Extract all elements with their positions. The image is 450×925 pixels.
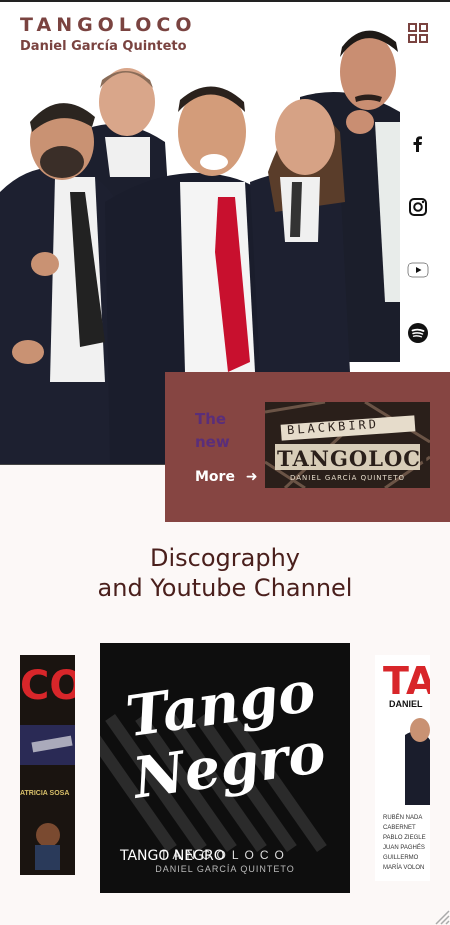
credit-line: PABLO ZIEGLE (383, 835, 426, 841)
more-label[interactable]: More (195, 469, 235, 485)
discography-title: Discography and Youtube Channel (0, 543, 450, 603)
new-album-promo: The new More ➜ BLACKBIRD TANGOLOCO DANIE… (165, 372, 450, 522)
album-card-left[interactable]: CO ATRICIA SOSA (20, 655, 75, 875)
album-card-right[interactable]: TA DANIEL RUBÉN NADA CABERNET PABLO ZIEG… (375, 655, 430, 881)
album-left-title: CO (20, 663, 75, 709)
spotify-icon[interactable] (406, 321, 430, 345)
instagram-icon[interactable] (406, 195, 430, 219)
discography-title-line2: and Youtube Channel (97, 574, 353, 602)
hero-divider (0, 464, 165, 465)
grid-menu-icon[interactable] (407, 22, 429, 44)
credit-line: MARÍA VOLON (383, 865, 425, 871)
album-right-title: TA (383, 659, 430, 703)
credit-line: GUILLERMO (383, 855, 419, 861)
credit-line: RUBÉN NADA (383, 815, 423, 821)
blackbird-cover[interactable]: BLACKBIRD TANGOLOCO DANIEL GARCÍA QUINTE… (265, 402, 430, 488)
more-link[interactable]: More ➜ (195, 469, 258, 485)
tango-negro-label: TANGO NEGRO (120, 848, 225, 864)
album-left-caption: ATRICIA SOSA (20, 790, 70, 797)
album-right-credits: RUBÉN NADA CABERNET PABLO ZIEGLE JUAN PA… (383, 813, 426, 873)
youtube-icon[interactable] (406, 258, 430, 282)
album-card-tango-negro[interactable]: Tango Negro TANGOLOCO DANIEL GARCÍA QUIN… (100, 643, 350, 893)
brand-block[interactable]: TANGOLOCO Daniel García Quinteto (20, 14, 197, 54)
promo-heading: The new (195, 408, 230, 454)
brand-title[interactable]: TANGOLOCO (20, 14, 197, 36)
discography-title-line1: Discography (150, 544, 300, 572)
promo-line-1: The (195, 410, 227, 428)
arrow-right-icon: ➜ (245, 469, 258, 485)
tango-negro-sub: DANIEL GARCÍA QUINTETO (155, 864, 295, 874)
credit-line: CABERNET (383, 825, 416, 831)
promo-line-2: new (195, 433, 230, 451)
cover-subtitle: DANIEL GARCÍA QUINTETO (289, 474, 406, 482)
brand-subtitle: Daniel García Quinteto (20, 39, 187, 54)
facebook-icon[interactable] (406, 132, 430, 156)
resize-handle-icon[interactable] (432, 907, 450, 925)
cover-band: TANGOLOCO (277, 446, 430, 471)
credit-line: JUAN PAGHÉS (383, 845, 425, 851)
album-right-sub: DANIEL (389, 699, 423, 709)
